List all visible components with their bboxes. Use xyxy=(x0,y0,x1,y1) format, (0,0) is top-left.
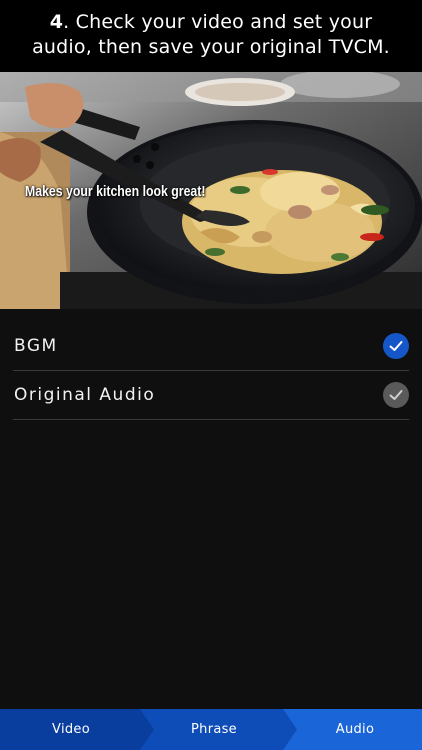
instruction-line-1-text: . Check your video and set your xyxy=(63,11,373,33)
app-screen: 4. Check your video and set your audio, … xyxy=(0,0,422,750)
option-row-original-audio[interactable]: Original Audio xyxy=(13,371,409,420)
audio-options-list: BGM Original Audio xyxy=(13,322,409,420)
instruction-line-2: audio, then save your original TVCM. xyxy=(32,36,390,58)
step-number: 4 xyxy=(49,11,64,33)
bgm-checkbox[interactable] xyxy=(383,333,409,359)
option-label-original-audio: Original Audio xyxy=(14,385,156,405)
step-tab-bar: Video Phrase Audio xyxy=(0,709,422,750)
tab-phrase[interactable]: Phrase xyxy=(142,709,286,750)
option-label-bgm: BGM xyxy=(14,336,58,356)
checkmark-icon xyxy=(389,390,403,400)
tab-audio[interactable]: Audio xyxy=(288,709,422,750)
instruction-line-1: 4. Check your video and set your xyxy=(0,10,422,35)
tab-video[interactable]: Video xyxy=(0,709,142,750)
option-row-bgm[interactable]: BGM xyxy=(13,322,409,371)
video-caption-overlay: Makes your kitchen look great! xyxy=(25,183,206,200)
instruction-header: 4. Check your video and set your audio, … xyxy=(0,0,422,72)
checkmark-icon xyxy=(389,341,403,351)
video-preview[interactable]: Makes your kitchen look great! xyxy=(0,72,422,309)
original-audio-checkbox[interactable] xyxy=(383,382,409,408)
